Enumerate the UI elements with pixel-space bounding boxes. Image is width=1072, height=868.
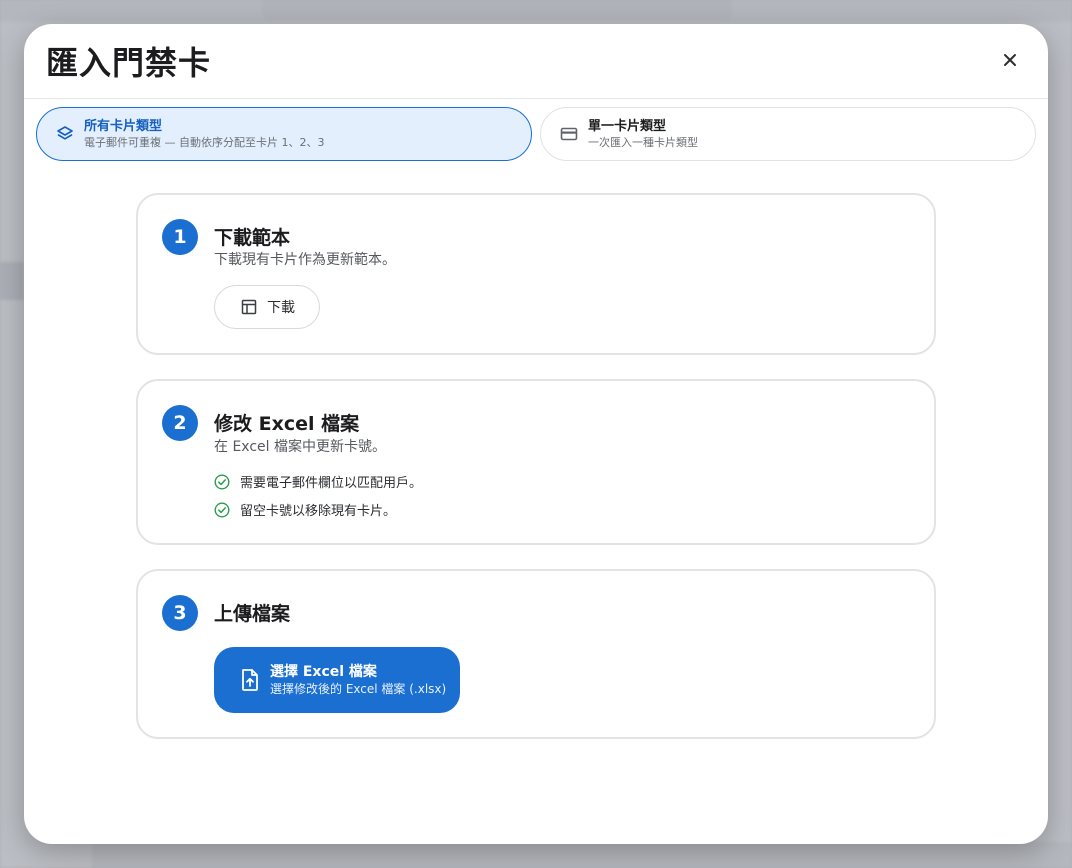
check-item-text: 需要電子郵件欄位以匹配用戶。 (240, 476, 423, 491)
download-button-label: 下載 (267, 300, 295, 316)
choose-excel-file-sub: 選擇修改後的 Excel 檔案 (.xlsx) (270, 681, 447, 696)
check-item: 需要電子郵件欄位以匹配用戶。 (214, 472, 422, 491)
check-circle-icon (214, 473, 230, 490)
check-item-text: 留空卡號以移除現有卡片。 (240, 504, 397, 519)
step-description: 在 Excel 檔案中更新卡號。 (214, 439, 386, 455)
step-number: 1 (162, 219, 198, 255)
tab-all-card-types[interactable]: 所有卡片類型 電子郵件可重複 — 自動依序分配至卡片 1、2、3 (36, 107, 532, 161)
choose-excel-file-button[interactable]: 選擇 Excel 檔案 選擇修改後的 Excel 檔案 (.xlsx) (214, 647, 460, 713)
dialog-title: 匯入門禁卡 (46, 44, 212, 82)
close-icon (1004, 54, 1016, 66)
layers-icon (56, 125, 74, 143)
table-icon (241, 299, 257, 315)
step-title: 修改 Excel 檔案 (214, 413, 360, 435)
step-upload-card: 3 上傳檔案 選擇 Excel 檔案 選擇修改後的 Excel 檔案 (.xls… (136, 569, 936, 739)
tab-all-card-types-sub: 電子郵件可重複 — 自動依序分配至卡片 1、2、3 (84, 135, 325, 149)
credit-card-icon (560, 125, 578, 143)
step-title: 下載範本 (214, 227, 291, 249)
check-item: 留空卡號以移除現有卡片。 (214, 500, 396, 519)
tab-single-card-type-sub: 一次匯入一種卡片類型 (588, 135, 698, 149)
close-button[interactable] (992, 42, 1028, 78)
import-mode-tabs: 所有卡片類型 電子郵件可重複 — 自動依序分配至卡片 1、2、3 單一卡片類型 … (36, 107, 1036, 161)
tab-single-card-type[interactable]: 單一卡片類型 一次匯入一種卡片類型 (540, 107, 1036, 161)
step-edit-card: 2 修改 Excel 檔案 在 Excel 檔案中更新卡號。 需要電子郵件欄位以… (136, 379, 936, 545)
step-description: 下載現有卡片作為更新範本。 (214, 252, 396, 268)
step-number: 3 (162, 595, 198, 631)
step-number: 2 (162, 405, 198, 441)
import-dialog: 匯入門禁卡 所有卡片類型 電子郵件可重複 — 自動依序分配至卡片 1、2、3 單… (24, 24, 1048, 844)
dialog-header: 匯入門禁卡 (24, 24, 1048, 99)
choose-excel-file-label: 選擇 Excel 檔案 (270, 663, 377, 680)
step-title: 上傳檔案 (214, 603, 291, 625)
check-circle-icon (214, 501, 230, 518)
tab-single-card-type-label: 單一卡片類型 (588, 118, 667, 134)
download-button[interactable]: 下載 (214, 285, 320, 329)
step-download-card: 1 下載範本 下載現有卡片作為更新範本。 下載 (136, 193, 936, 355)
tab-all-card-types-label: 所有卡片類型 (84, 118, 163, 134)
file-upload-icon (240, 668, 260, 692)
